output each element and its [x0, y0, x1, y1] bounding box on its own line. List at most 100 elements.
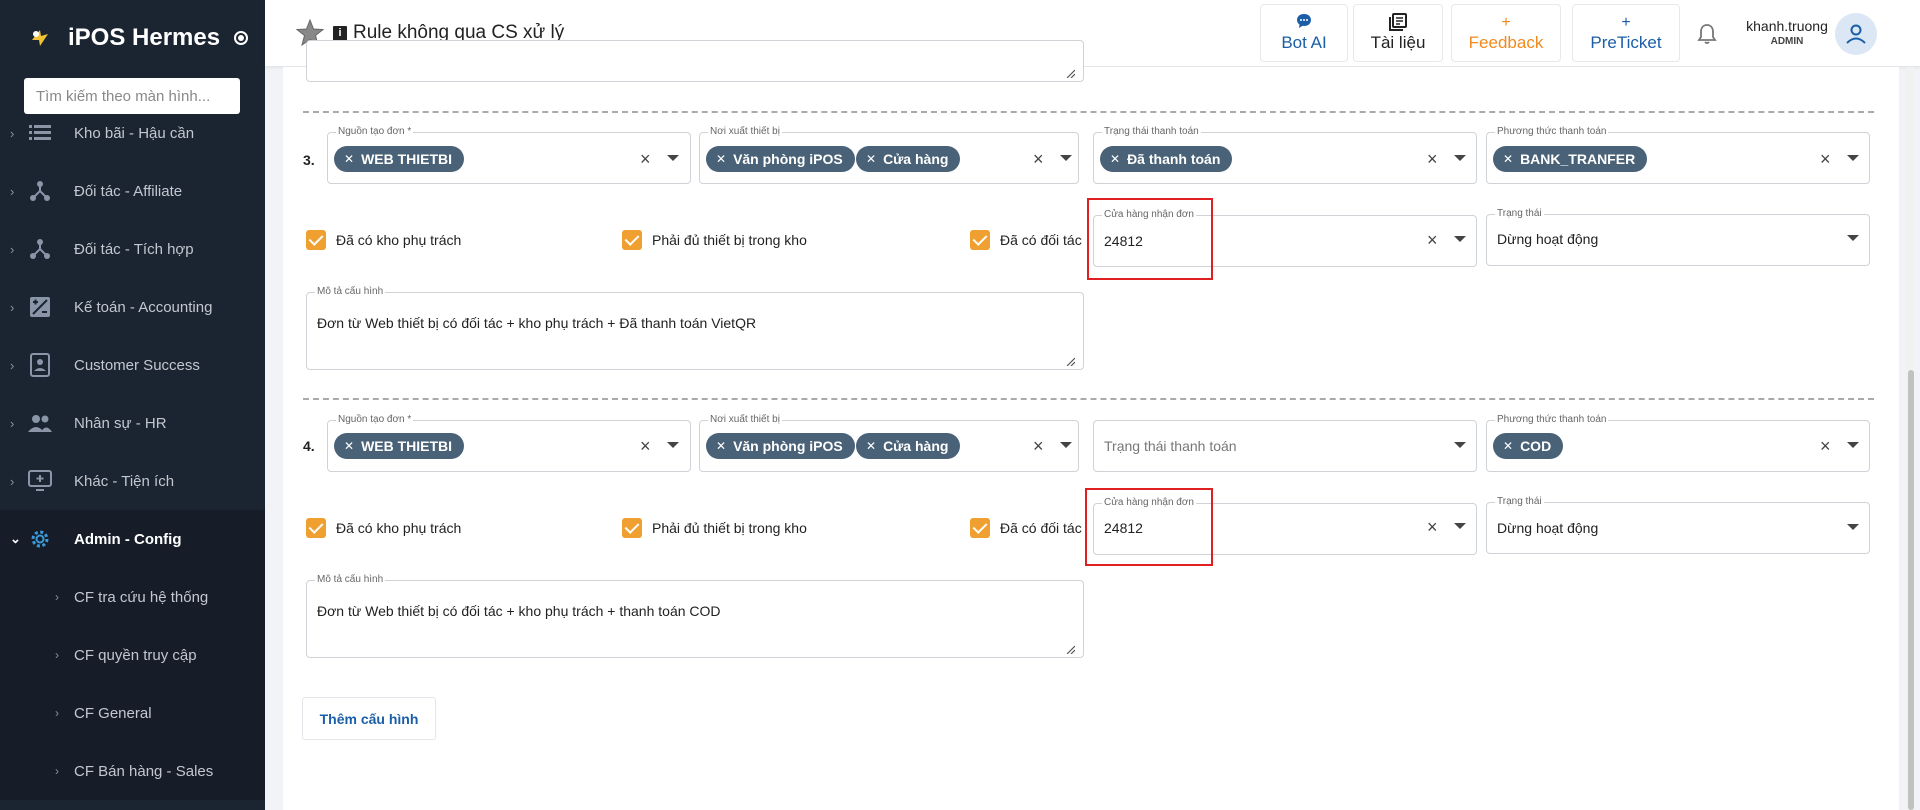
chip-remove-icon[interactable]: ✕ [1110, 152, 1120, 166]
checkbox-checked-icon[interactable] [306, 230, 326, 250]
sidebar-item-utilities[interactable]: › Khác - Tiện ích [0, 452, 265, 510]
clear-icon[interactable]: × [1033, 150, 1044, 168]
caret-down-icon[interactable] [1060, 442, 1072, 448]
bell-icon[interactable] [1695, 22, 1719, 46]
chip-remove-icon[interactable]: ✕ [716, 439, 726, 453]
caret-down-icon[interactable] [1060, 155, 1072, 161]
chip[interactable]: ✕ Cửa hàng [856, 146, 961, 172]
sidebar-menu: › Kho bãi - Hậu cần › Đối tác - Affiliat… [0, 104, 265, 800]
device-origin-select[interactable]: Nơi xuất thiết bị ✕ Văn phòng iPOS ✕ Cửa h… [699, 126, 1079, 184]
description-field[interactable]: Mô tả cấu hình Đơn từ Web thiết bị có đố… [306, 574, 1084, 658]
sidebar-item-affiliate[interactable]: › Đối tác - Affiliate [0, 162, 265, 220]
clear-icon[interactable]: × [1427, 150, 1438, 168]
sidebar-item-accounting[interactable]: › Kế toán - Accounting [0, 278, 265, 336]
field-label: Trạng thái [1495, 496, 1544, 507]
chip[interactable]: ✕ Cửa hàng [856, 433, 961, 459]
clear-icon[interactable]: × [640, 437, 651, 455]
clear-icon[interactable]: × [1427, 518, 1438, 536]
prev-description-field[interactable] [306, 40, 1084, 82]
checkbox-checked-icon[interactable] [306, 518, 326, 538]
caret-down-icon[interactable] [1454, 442, 1466, 448]
chip[interactable]: ✕ WEB THIETBI [334, 146, 465, 172]
status-select[interactable]: Trạng thái Dừng hoạt động [1486, 496, 1870, 554]
sidebar-item-warehouse[interactable]: › Kho bãi - Hậu cần [0, 104, 265, 162]
preticket-button[interactable]: + PreTicket [1572, 4, 1680, 62]
checkbox-enough-devices[interactable]: Phải đủ thiết bị trong kho [622, 230, 807, 250]
clear-icon[interactable]: × [1820, 437, 1831, 455]
resize-handle-icon[interactable] [1065, 641, 1076, 655]
user-name[interactable]: khanh.truong [1737, 18, 1837, 34]
chip-remove-icon[interactable]: ✕ [866, 152, 876, 166]
checkbox-enough-devices[interactable]: Phải đủ thiết bị trong kho [622, 518, 807, 538]
sidebar-subitem-general[interactable]: › CF General [0, 684, 265, 742]
field-label: Trạng thái [1495, 208, 1544, 219]
device-origin-select[interactable]: Nơi xuất thiết bị ✕ Văn phòng iPOS ✕ Cửa h… [699, 414, 1079, 472]
caret-down-icon[interactable] [1847, 442, 1859, 448]
sidebar-subitem-access-rights[interactable]: › CF quyền truy cập [0, 626, 265, 684]
checkbox-checked-icon[interactable] [622, 230, 642, 250]
brand[interactable]: iPOS Hermes [0, 0, 265, 76]
caret-down-icon[interactable] [667, 442, 679, 448]
field-label: Mô tả cấu hình [315, 286, 386, 297]
chip[interactable]: ✕ WEB THIETBI [334, 433, 465, 459]
caret-down-icon[interactable] [1454, 155, 1466, 161]
payment-status-select[interactable]: Trạng thái thanh toán [1093, 420, 1477, 472]
resize-handle-icon[interactable] [1065, 353, 1076, 367]
clear-icon[interactable]: × [1427, 231, 1438, 249]
caret-down-icon[interactable] [667, 155, 679, 161]
radio-dot-icon[interactable] [234, 31, 249, 45]
checkbox-partner[interactable]: Đã có đối tác [970, 518, 1082, 538]
chip[interactable]: ✕ Văn phòng iPOS [706, 146, 855, 172]
checkbox-checked-icon[interactable] [970, 518, 990, 538]
checkbox-partner[interactable]: Đã có đối tác [970, 230, 1082, 250]
caret-down-icon[interactable] [1454, 523, 1466, 529]
chip-remove-icon[interactable]: ✕ [344, 439, 354, 453]
clear-icon[interactable]: × [640, 150, 651, 168]
clear-icon[interactable]: × [1820, 150, 1831, 168]
caret-down-icon[interactable] [1454, 236, 1466, 242]
sidebar-item-integration[interactable]: › Đối tác - Tích hợp [0, 220, 265, 278]
clear-icon[interactable]: × [1033, 437, 1044, 455]
payment-status-select[interactable]: Trạng thái thanh toán ✕ Đã thanh toán × [1093, 126, 1477, 184]
checkbox-checked-icon[interactable] [970, 230, 990, 250]
plus-icon: + [1621, 14, 1631, 31]
checkbox-warehouse[interactable]: Đã có kho phụ trách [306, 230, 461, 250]
source-select[interactable]: Nguồn tạo đơn * ✕ WEB THIETBI × [327, 414, 691, 472]
add-config-button[interactable]: Thêm cấu hình [302, 697, 436, 740]
chip-remove-icon[interactable]: ✕ [1503, 439, 1513, 453]
field-label: Nơi xuất thiết bị [708, 126, 782, 137]
caret-down-icon[interactable] [1847, 524, 1859, 530]
sidebar-item-hr[interactable]: › Nhân sự - HR [0, 394, 265, 452]
sidebar-subitem-system-lookup[interactable]: › CF tra cứu hệ thống [0, 568, 265, 626]
caret-down-icon[interactable] [1847, 155, 1859, 161]
payment-method-select[interactable]: Phương thức thanh toán ✕ BANK_TRANFER × [1486, 126, 1870, 184]
scrollbar-thumb[interactable] [1908, 370, 1914, 810]
avatar[interactable] [1835, 13, 1877, 55]
sidebar-item-customer-success[interactable]: › Customer Success [0, 336, 265, 394]
feedback-button[interactable]: + Feedback [1451, 4, 1561, 62]
source-select[interactable]: Nguồn tạo đơn * ✕ WEB THIETBI × [327, 126, 691, 184]
chip-remove-icon[interactable]: ✕ [866, 439, 876, 453]
user-icon [1846, 24, 1866, 44]
status-select[interactable]: Trạng thái Dừng hoạt động [1486, 208, 1870, 266]
resize-handle-icon[interactable] [1065, 65, 1076, 79]
caret-down-icon[interactable] [1847, 235, 1859, 241]
sidebar-item-label: Kho bãi - Hậu cần [74, 124, 195, 142]
chip[interactable]: ✕ Đã thanh toán [1100, 146, 1233, 172]
sidebar-subitem-sales[interactable]: › CF Bán hàng - Sales [0, 742, 265, 800]
payment-method-select[interactable]: Phương thức thanh toán ✕ COD × [1486, 414, 1870, 472]
chip[interactable]: ✕ Văn phòng iPOS [706, 433, 855, 459]
chip-remove-icon[interactable]: ✕ [344, 152, 354, 166]
chip-remove-icon[interactable]: ✕ [716, 152, 726, 166]
bot-ai-button[interactable]: Bot AI [1260, 4, 1348, 62]
checkbox-warehouse[interactable]: Đã có kho phụ trách [306, 518, 461, 538]
chip-remove-icon[interactable]: ✕ [1503, 152, 1513, 166]
docs-button[interactable]: Tài liệu [1353, 4, 1443, 62]
plus-icon: + [1501, 14, 1511, 31]
chip[interactable]: ✕ COD [1493, 433, 1564, 459]
chip[interactable]: ✕ BANK_TRANFER [1493, 146, 1648, 172]
sidebar-item-admin-config[interactable]: ⌄ Admin - Config [0, 510, 265, 568]
description-field[interactable]: Mô tả cấu hình Đơn từ Web thiết bị có đố… [306, 286, 1084, 370]
chat-bubble-icon [1296, 13, 1312, 33]
checkbox-checked-icon[interactable] [622, 518, 642, 538]
